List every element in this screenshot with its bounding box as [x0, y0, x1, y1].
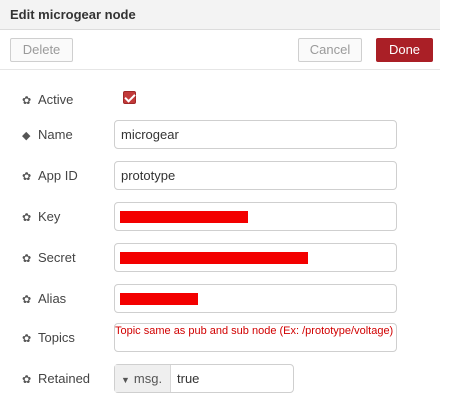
topics-row: ✿ Topics Topic same as pub and sub node (…	[0, 323, 440, 353]
dialog-toolbar: Delete Cancel Done	[0, 30, 440, 70]
redaction-bar	[120, 211, 248, 223]
alias-label: ✿ Alias	[22, 291, 67, 306]
retained-row: ✿ Retained ▼ msg. true	[0, 364, 440, 394]
redaction-bar	[120, 252, 308, 264]
app-id-row: ✿ App ID prototype	[0, 161, 440, 191]
topics-input[interactable]: Topic same as pub and sub node (Ex: /pro…	[114, 323, 397, 352]
key-row: ✿ Key	[0, 202, 440, 232]
retained-type-selector[interactable]: ▼ msg.	[115, 365, 171, 392]
cog-icon: ✿	[22, 95, 32, 107]
topics-hint-note: Topic same as pub and sub node (Ex: /pro…	[115, 325, 394, 337]
cog-icon: ✿	[22, 333, 32, 345]
redaction-bar	[120, 293, 198, 305]
secret-label: ✿ Secret	[22, 250, 76, 265]
retained-typed-input[interactable]: ▼ msg. true	[114, 364, 294, 393]
cancel-button[interactable]: Cancel	[298, 38, 362, 62]
done-button[interactable]: Done	[376, 38, 433, 62]
name-row: ◆ Name microgear	[0, 120, 440, 150]
active-checkbox[interactable]	[123, 91, 136, 104]
cog-icon: ✿	[22, 171, 32, 183]
topics-label: ✿ Topics	[22, 330, 75, 345]
alias-row: ✿ Alias	[0, 284, 440, 314]
app-id-label: ✿ App ID	[22, 168, 78, 183]
name-input[interactable]: microgear	[114, 120, 397, 149]
retained-label: ✿ Retained	[22, 371, 91, 386]
app-id-input[interactable]: prototype	[114, 161, 397, 190]
name-label: ◆ Name	[22, 127, 73, 142]
secret-row: ✿ Secret	[0, 243, 440, 273]
caret-down-icon: ▼	[121, 375, 130, 385]
tag-icon: ◆	[22, 130, 31, 142]
alias-input[interactable]	[114, 284, 397, 313]
key-label: ✿ Key	[22, 209, 61, 224]
dialog-header: Edit microgear node	[0, 0, 440, 30]
active-row: ✿ Active	[0, 85, 440, 115]
delete-button[interactable]: Delete	[10, 38, 73, 62]
dialog-title: Edit microgear node	[10, 7, 136, 22]
key-input[interactable]	[114, 202, 397, 231]
retained-value[interactable]: true	[177, 371, 199, 386]
active-label: ✿ Active	[22, 92, 74, 107]
cog-icon: ✿	[22, 294, 32, 306]
cog-icon: ✿	[22, 374, 32, 386]
cog-icon: ✿	[22, 212, 32, 224]
secret-input[interactable]	[114, 243, 397, 272]
cog-icon: ✿	[22, 253, 32, 265]
